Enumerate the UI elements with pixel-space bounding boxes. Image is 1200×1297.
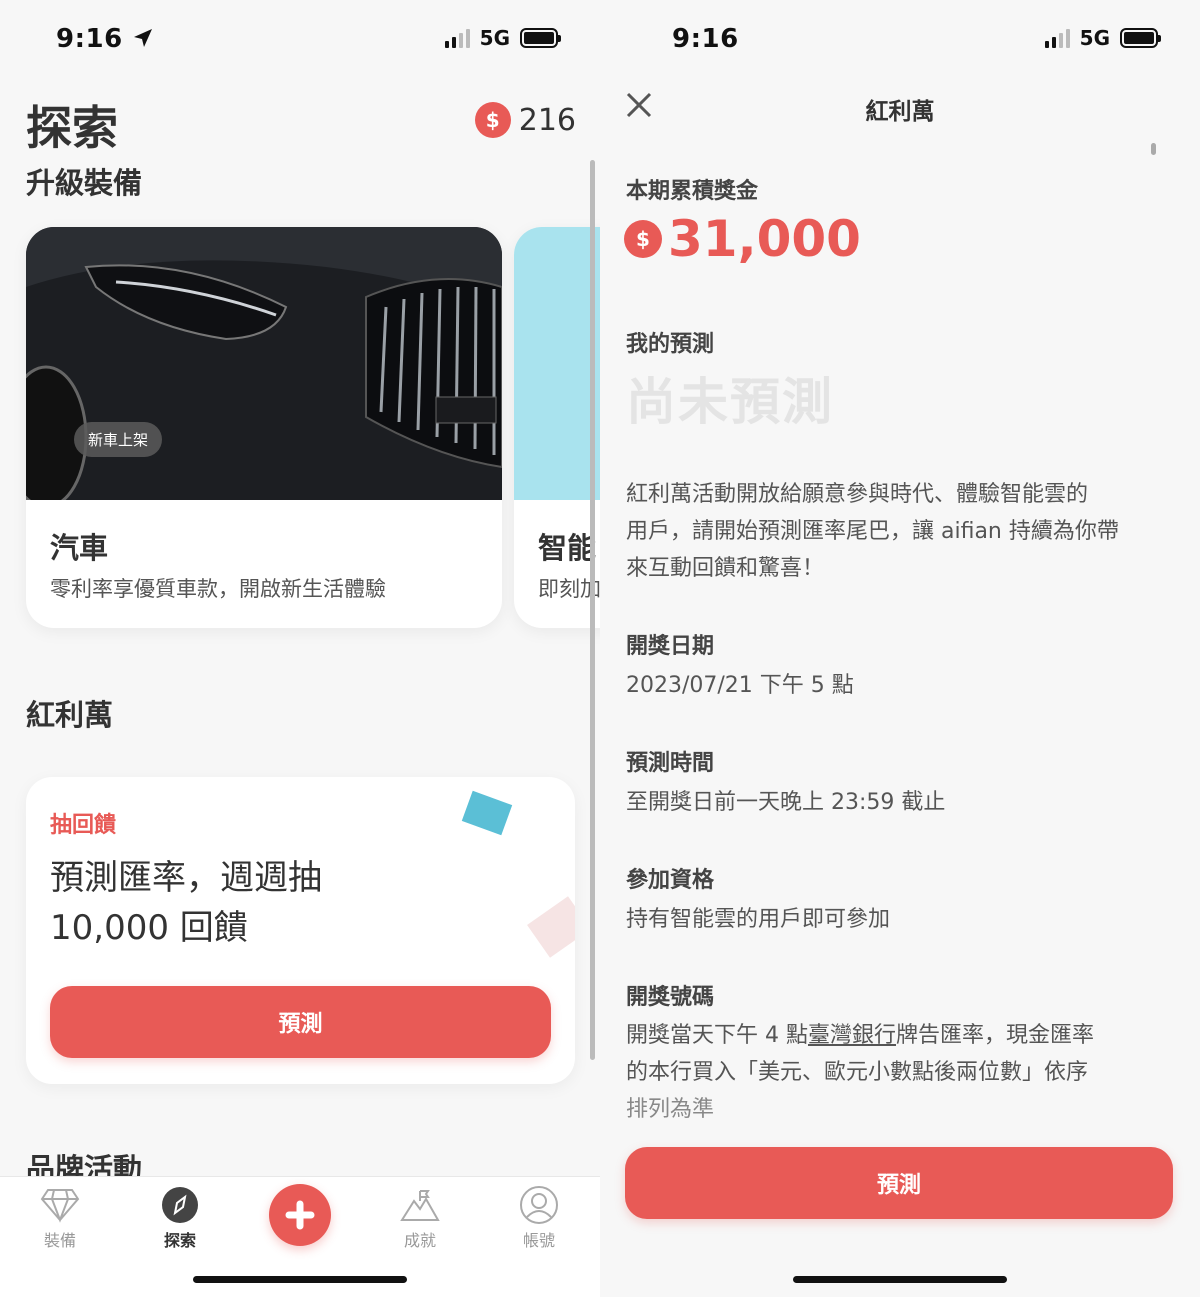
draw-number-label: 開獎號碼 (626, 985, 715, 1010)
pool-label: 本期累積獎金 (626, 179, 759, 204)
status-time: 9:16 (56, 24, 154, 54)
my-prediction-label: 我的預測 (626, 332, 715, 357)
eligibility-label: 參加資格 (626, 868, 715, 893)
car-card[interactable]: 新車上架 汽車 零利率享優質車款，開啟新生活體驗 (26, 227, 502, 628)
section-bonus-title: 紅利萬 (26, 698, 114, 732)
bonus-card[interactable]: 抽回饋 預測匯率，週週抽 10,000 回饋 預測 (26, 777, 575, 1084)
home-indicator (193, 1276, 407, 1283)
smart-card-title: 智能 (538, 531, 597, 565)
home-indicator (793, 1276, 1007, 1283)
explore-screen: 9:16 5G 探索 $ 216 升級裝備 新車上架 汽車 零利率享優質車款，開… (0, 0, 600, 1297)
plus-icon (285, 1200, 315, 1230)
bank-link[interactable]: 臺灣銀行 (808, 1023, 896, 1048)
battery-icon (1120, 28, 1161, 48)
bonus-headline-line2: 10,000 回饋 (50, 908, 248, 948)
page-title: 紅利萬 (865, 99, 935, 125)
battery-icon (520, 28, 561, 48)
eligibility-value: 持有智能雲的用戶即可參加 (626, 907, 891, 932)
smart-card-peek[interactable]: 智能 即刻加 (514, 227, 600, 628)
decor-shape (527, 896, 575, 958)
prediction-time-label: 預測時間 (626, 751, 715, 776)
bonus-tag: 抽回饋 (50, 813, 117, 838)
tab-achievement[interactable]: 成就 (380, 1185, 460, 1251)
car-card-subtitle: 零利率享優質車款，開啟新生活體驗 (50, 577, 386, 601)
status-time: 9:16 (672, 24, 739, 54)
add-button[interactable] (269, 1184, 331, 1246)
bonus-headline: 預測匯率，週週抽 10,000 回饋 (50, 853, 322, 953)
section-upgrade-title: 升級裝備 (26, 166, 143, 200)
coin-icon: $ (624, 220, 662, 258)
coin-icon: $ (474, 102, 511, 138)
coin-balance[interactable]: $ 216 (474, 102, 576, 138)
page-title: 探索 (26, 101, 118, 155)
scrollbar[interactable] (1151, 143, 1156, 155)
bonus-headline-line1: 預測匯率，週週抽 (50, 858, 322, 898)
draw-number-text: 開獎當天下午 4 點臺灣銀行牌告匯率，現金匯率 的本行買入「美元、歐元小數點後兩… (626, 1023, 1095, 1122)
new-car-badge: 新車上架 (74, 422, 163, 457)
mountain-flag-icon (400, 1185, 440, 1225)
predict-button[interactable]: 預測 (50, 986, 551, 1058)
decor-shape (461, 790, 513, 836)
tab-account[interactable]: 帳號 (499, 1185, 579, 1251)
smart-card-image (514, 227, 600, 500)
network-label: 5G (479, 26, 510, 50)
network-label: 5G (1079, 26, 1110, 50)
diamond-icon (40, 1185, 80, 1225)
car-image: 新車上架 (26, 227, 502, 500)
status-bar: 9:16 5G (0, 0, 600, 80)
signal-icon (1044, 28, 1070, 48)
my-prediction-value: 尚未預測 (626, 373, 834, 431)
location-arrow-icon (134, 29, 153, 47)
tab-explore[interactable]: 探索 (140, 1185, 220, 1251)
coin-value: 216 (518, 102, 576, 138)
car-card-title: 汽車 (50, 531, 109, 565)
user-icon (519, 1185, 559, 1225)
tab-equipment[interactable]: 裝備 (20, 1185, 100, 1251)
predict-button[interactable]: 預測 (625, 1147, 1173, 1219)
pool-amount: $ 31,000 (624, 210, 861, 268)
bonus-detail-screen: 9:16 5G 紅利萬 本期累積獎金 $ 31,000 我的預測 尚未預測 紅利… (600, 0, 1200, 1297)
prediction-time-value: 至開獎日前一天晚上 23:59 截止 (626, 790, 946, 815)
scrollbar[interactable] (590, 160, 595, 1060)
compass-icon (160, 1185, 200, 1225)
signal-icon (444, 28, 470, 48)
draw-date-label: 開獎日期 (626, 634, 715, 659)
pool-amount-value: 31,000 (668, 210, 861, 268)
status-bar: 9:16 5G (600, 0, 1200, 80)
intro-text: 紅利萬活動開放給願意參與時代、體驗智能雲的 用戶，請開始預測匯率尾巴，讓 aif… (626, 482, 1119, 581)
draw-date-value: 2023/07/21 下午 5 點 (626, 673, 854, 698)
